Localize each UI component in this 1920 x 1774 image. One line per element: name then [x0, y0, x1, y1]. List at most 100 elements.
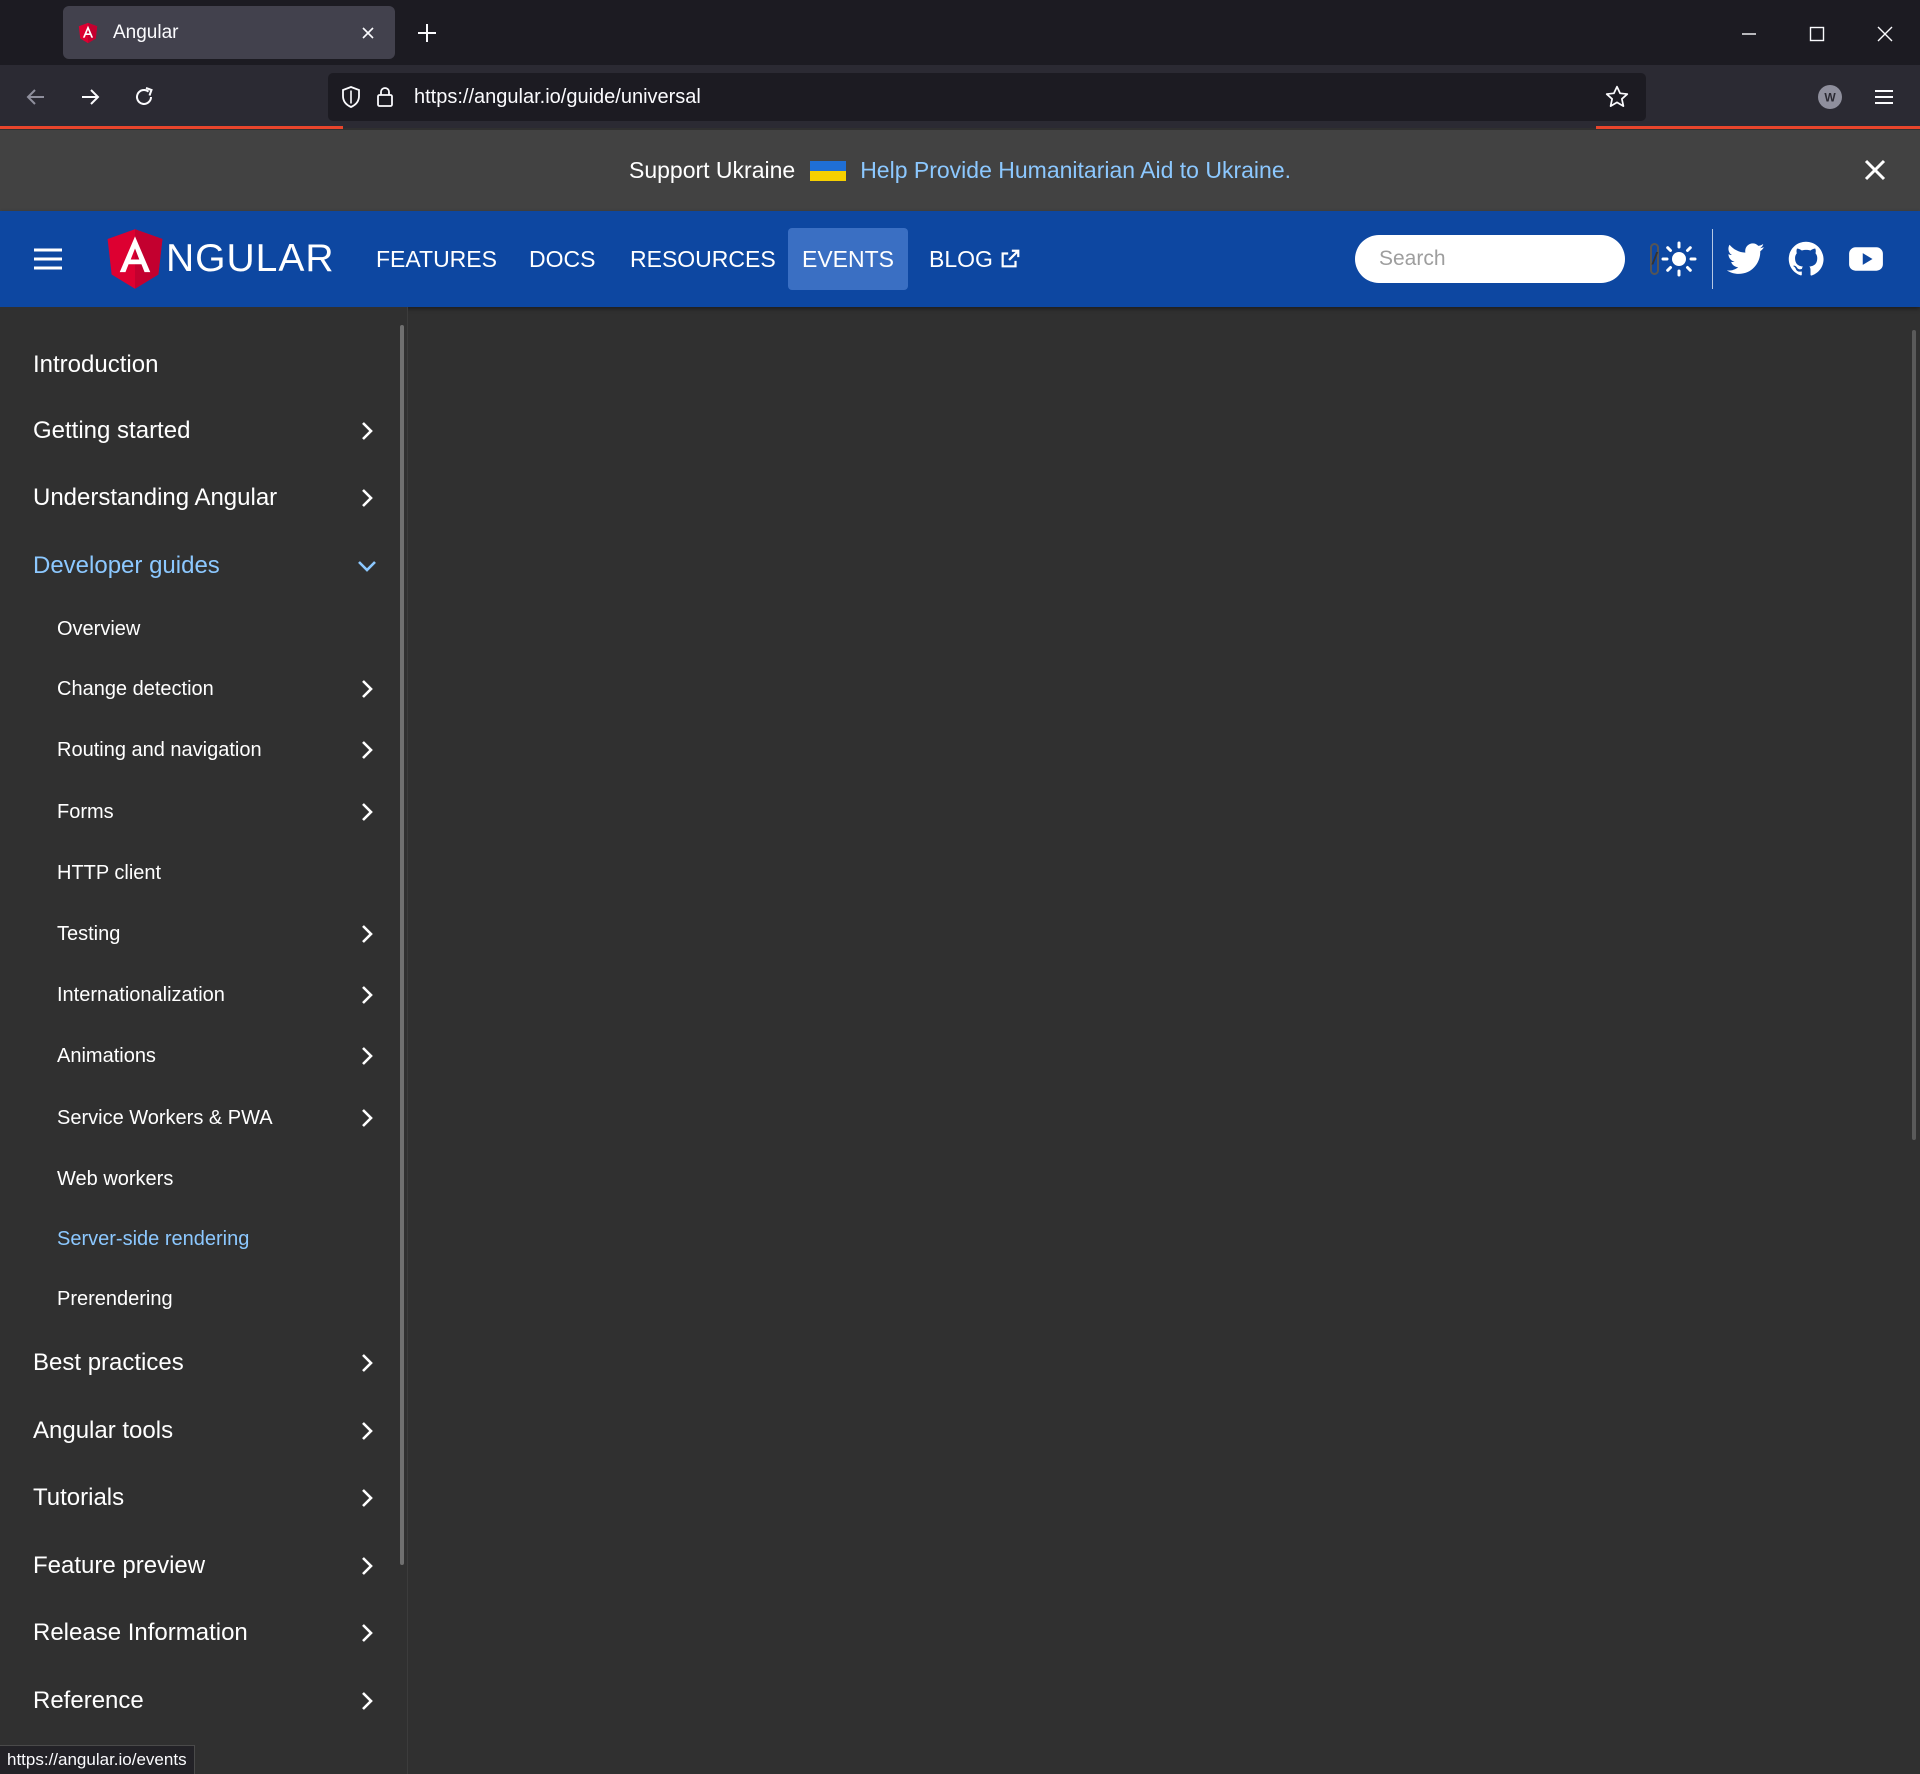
url-text[interactable]: https://angular.io/guide/universal: [414, 86, 1600, 109]
sidebar-nav: Introduction Getting started Understandi…: [0, 307, 408, 1774]
sidebar-item-label: Getting started: [33, 417, 191, 444]
sidebar-item-label: Forms: [57, 800, 114, 823]
chevron-right-icon: [352, 919, 382, 949]
sidenav-menu-icon[interactable]: [28, 239, 68, 279]
twitter-icon[interactable]: [1724, 237, 1768, 281]
sidebar-item-label: Introduction: [33, 351, 159, 378]
sidebar-item-change-detection[interactable]: Change detection: [0, 664, 398, 714]
external-link-icon: [1001, 249, 1020, 268]
sidebar-item-release-information[interactable]: Release Information: [0, 1605, 398, 1661]
banner-close-icon[interactable]: [1855, 150, 1895, 190]
sidebar-item-best-practices[interactable]: Best practices: [0, 1335, 398, 1391]
sidebar-item-label: Angular tools: [33, 1417, 174, 1444]
sidebar-item-angular-tools[interactable]: Angular tools: [0, 1403, 398, 1459]
sidebar-item-label: HTTP client: [57, 861, 162, 884]
angular-shield-icon: [107, 229, 163, 289]
load-progress-left: [0, 126, 343, 129]
toolbar-separator: [1712, 229, 1713, 289]
github-icon[interactable]: [1784, 237, 1828, 281]
minimize-icon[interactable]: [1729, 14, 1769, 54]
sidebar-item-tutorials[interactable]: Tutorials: [0, 1470, 398, 1526]
sidebar-item-web-workers[interactable]: Web workers: [0, 1154, 398, 1204]
new-tab-plus-icon[interactable]: [410, 16, 444, 50]
tab-close-icon[interactable]: [355, 20, 381, 46]
sidebar-item-reference[interactable]: Reference: [0, 1673, 398, 1729]
browser-tab[interactable]: Angular: [63, 6, 395, 59]
address-bar[interactable]: https://angular.io/guide/universal: [328, 73, 1646, 121]
sidebar-item-feature-preview[interactable]: Feature preview: [0, 1538, 398, 1594]
sidebar-item-internationalization[interactable]: Internationalization: [0, 970, 398, 1020]
theme-toggle-sun-icon[interactable]: [1657, 237, 1701, 281]
sidebar-item-label: Reference: [33, 1687, 144, 1714]
sidebar-item-service-workers-pwa[interactable]: Service Workers & PWA: [0, 1093, 398, 1143]
sidebar-item-prerendering[interactable]: Prerendering: [0, 1274, 398, 1324]
chevron-right-icon: [352, 1551, 382, 1581]
sidebar-item-label: Routing and navigation: [57, 738, 262, 761]
chevron-right-icon: [352, 1041, 382, 1071]
chevron-right-icon: [352, 797, 382, 827]
sidebar-item-label: Web workers: [57, 1167, 174, 1190]
sidebar-item-getting-started[interactable]: Getting started: [0, 403, 398, 459]
nav-events[interactable]: EVENTS: [788, 228, 909, 290]
support-ukraine-banner: Support Ukraine Help Provide Humanitaria…: [0, 130, 1920, 211]
sidebar-item-animations[interactable]: Animations: [0, 1031, 398, 1081]
content-scrollbar[interactable]: [1912, 330, 1916, 1140]
banner-text: Support Ukraine: [628, 157, 796, 183]
load-progress-right: [1596, 126, 1920, 129]
reload-icon[interactable]: [124, 77, 164, 117]
avatar-letter: W: [1824, 91, 1836, 105]
chevron-right-icon: [352, 483, 382, 513]
sidebar-scrollbar[interactable]: [400, 325, 404, 1565]
chevron-right-icon: [352, 1618, 382, 1648]
app-menu-icon[interactable]: [1864, 77, 1904, 117]
forward-arrow-icon[interactable]: [70, 77, 110, 117]
sidebar-item-label: Understanding Angular: [33, 484, 278, 511]
browser-nav-bar: https://angular.io/guide/universal W: [0, 65, 1920, 129]
sidebar-item-server-side-rendering[interactable]: Server-side rendering: [0, 1214, 398, 1264]
nav-blog-label: BLOG: [929, 245, 993, 272]
sidebar-item-label: Animations: [57, 1044, 156, 1067]
site-toolbar: NGULAR FEATURES DOCS RESOURCES EVENTS BL…: [0, 211, 1920, 307]
sidebar-item-introduction[interactable]: Introduction: [0, 337, 398, 393]
angular-favicon-icon: [78, 22, 98, 43]
sidebar-item-label: Release Information: [33, 1619, 248, 1646]
nav-docs[interactable]: DOCS: [515, 228, 609, 290]
account-avatar-icon[interactable]: W: [1810, 77, 1850, 117]
nav-resources[interactable]: RESOURCES: [616, 228, 790, 290]
tab-title: Angular: [113, 21, 179, 43]
chevron-right-icon: [352, 1416, 382, 1446]
maximize-icon[interactable]: [1797, 14, 1837, 54]
sidebar-item-label: Testing: [57, 922, 121, 945]
search-input[interactable]: [1379, 247, 1650, 271]
search-box[interactable]: /: [1355, 235, 1659, 283]
chevron-right-icon: [352, 1483, 382, 1513]
chevron-down-icon: [352, 551, 382, 581]
sidebar-item-http-client[interactable]: HTTP client: [0, 848, 398, 898]
back-arrow-icon[interactable]: [16, 77, 56, 117]
window-close-icon[interactable]: [1865, 14, 1905, 54]
sidebar-item-testing[interactable]: Testing: [0, 909, 398, 959]
sidebar-item-routing-and-navigation[interactable]: Routing and navigation: [0, 725, 398, 775]
logo-wordmark: NGULAR: [166, 237, 335, 280]
chevron-right-icon: [352, 1348, 382, 1378]
chevron-right-icon: [352, 735, 382, 765]
angular-logo[interactable]: NGULAR: [106, 226, 335, 292]
sidebar-item-label: Overview: [57, 617, 141, 640]
chevron-right-icon: [352, 1103, 382, 1133]
sidebar-item-label: Developer guides: [33, 552, 220, 579]
youtube-icon[interactable]: [1844, 237, 1888, 281]
sidebar-item-forms[interactable]: Forms: [0, 787, 398, 837]
sidebar-item-label: Best practices: [33, 1349, 184, 1376]
sidebar-item-developer-guides[interactable]: Developer guides: [0, 538, 398, 594]
sidebar-item-understanding-angular[interactable]: Understanding Angular: [0, 470, 398, 526]
nav-features[interactable]: FEATURES: [362, 228, 511, 290]
padlock-icon[interactable]: [368, 80, 402, 114]
sidebar-item-label: Feature preview: [33, 1552, 206, 1579]
humanitarian-aid-link[interactable]: Help Provide Humanitarian Aid to Ukraine…: [860, 157, 1291, 184]
chevron-right-icon: [352, 1686, 382, 1716]
nav-blog[interactable]: BLOG: [915, 228, 1035, 290]
tracking-shield-icon[interactable]: [334, 80, 368, 114]
ukraine-flag-icon: [810, 160, 847, 181]
sidebar-item-overview[interactable]: Overview: [0, 604, 398, 654]
bookmark-star-icon[interactable]: [1600, 80, 1634, 114]
